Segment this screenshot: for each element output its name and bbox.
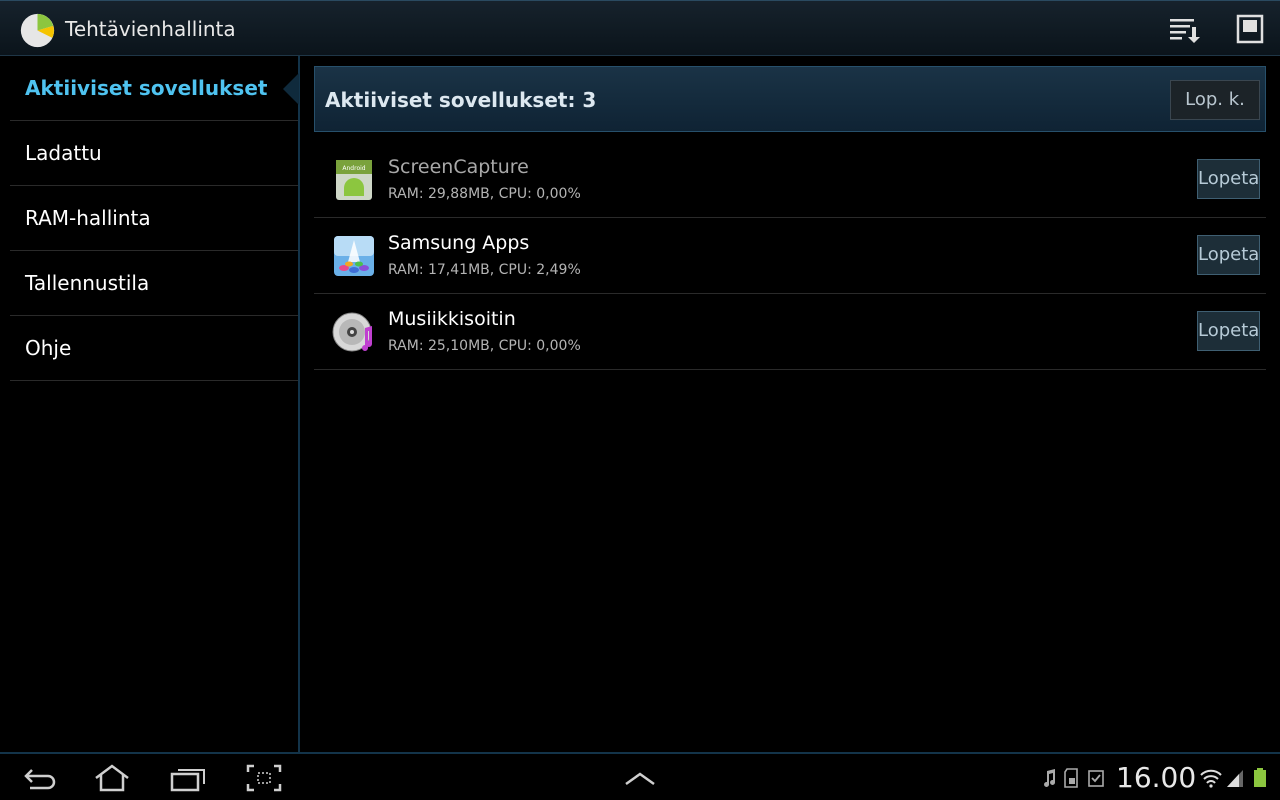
app-name: Samsung Apps bbox=[388, 232, 530, 254]
app-stats: RAM: 17,41MB, CPU: 2,49% bbox=[388, 262, 581, 278]
sort-icon[interactable] bbox=[1168, 13, 1200, 45]
system-bar: 16.00 bbox=[0, 752, 1280, 800]
sd-card-icon bbox=[1064, 768, 1078, 788]
stop-button[interactable]: Lopeta bbox=[1197, 235, 1260, 275]
selection-pointer bbox=[283, 73, 299, 105]
recent-apps-icon[interactable] bbox=[170, 764, 206, 792]
action-bar: Tehtävienhallinta bbox=[0, 0, 1280, 56]
signal-icon bbox=[1227, 770, 1243, 787]
sidebar-item-ram-manager[interactable]: RAM-hallinta bbox=[10, 186, 298, 251]
stop-button[interactable]: Lopeta bbox=[1197, 159, 1260, 199]
app-row-samsung-apps: Samsung Apps RAM: 17,41MB, CPU: 2,49% Lo… bbox=[314, 218, 1266, 294]
end-all-button[interactable]: Lop. k. bbox=[1170, 80, 1260, 120]
expand-up-icon[interactable] bbox=[622, 764, 658, 792]
app-title: Tehtävienhallinta bbox=[65, 17, 236, 41]
window-icon[interactable] bbox=[1234, 13, 1266, 45]
sidebar: Aktiiviset sovellukset Ladattu RAM-halli… bbox=[0, 56, 300, 752]
app-row-music-player: Musiikkisoitin RAM: 25,10MB, CPU: 0,00% … bbox=[314, 294, 1266, 370]
wifi-icon bbox=[1200, 769, 1222, 788]
task-manager-pie-icon[interactable] bbox=[19, 12, 56, 49]
home-icon[interactable] bbox=[94, 764, 130, 792]
samsung-apps-icon bbox=[334, 236, 374, 276]
android-app-icon: Android bbox=[336, 160, 372, 200]
sidebar-item-label: Aktiiviset sovellukset bbox=[25, 76, 268, 100]
sidebar-item-help[interactable]: Ohje bbox=[10, 316, 298, 381]
music-note-icon bbox=[1044, 769, 1056, 787]
svg-text:Android: Android bbox=[342, 165, 365, 172]
clock: 16.00 bbox=[1116, 761, 1197, 794]
page-title: Aktiiviset sovellukset: 3 bbox=[325, 88, 597, 112]
sidebar-item-label: Tallennustila bbox=[25, 271, 150, 295]
stop-button[interactable]: Lopeta bbox=[1197, 311, 1260, 351]
active-apps-header: Aktiiviset sovellukset: 3 Lop. k. bbox=[314, 66, 1266, 132]
sidebar-item-storage[interactable]: Tallennustila bbox=[10, 251, 298, 316]
music-player-icon bbox=[332, 312, 372, 352]
sidebar-item-label: Ladattu bbox=[25, 141, 102, 165]
app-name: Musiikkisoitin bbox=[388, 308, 516, 330]
screenshot-icon[interactable] bbox=[246, 764, 282, 792]
battery-icon bbox=[1254, 768, 1266, 787]
clipboard-check-icon bbox=[1088, 770, 1104, 787]
app-name: ScreenCapture bbox=[388, 156, 529, 178]
sidebar-item-downloaded[interactable]: Ladattu bbox=[10, 121, 298, 186]
sidebar-item-label: Ohje bbox=[25, 336, 72, 360]
back-icon[interactable] bbox=[22, 764, 58, 792]
app-stats: RAM: 25,10MB, CPU: 0,00% bbox=[388, 338, 581, 354]
app-row-screencapture: Android ScreenCapture RAM: 29,88MB, CPU:… bbox=[314, 142, 1266, 218]
app-stats: RAM: 29,88MB, CPU: 0,00% bbox=[388, 186, 581, 202]
sidebar-item-label: RAM-hallinta bbox=[25, 206, 151, 230]
sidebar-item-active-apps[interactable]: Aktiiviset sovellukset bbox=[10, 56, 298, 121]
